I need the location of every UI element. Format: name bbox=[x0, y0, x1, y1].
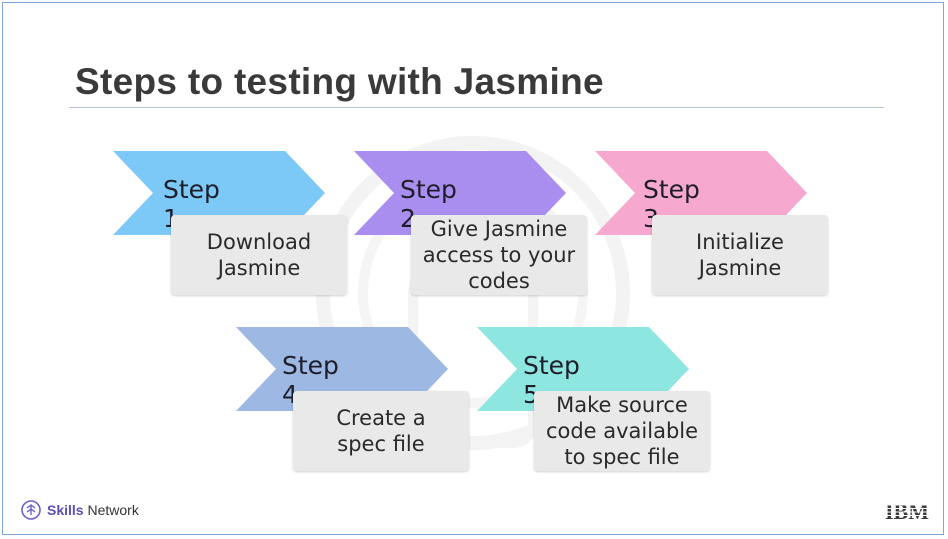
skills-network-brand-rest: Network bbox=[83, 502, 139, 518]
step-2-description: Give Jasmine access to your codes bbox=[422, 217, 576, 293]
skills-network-logo: Skills Network bbox=[21, 500, 139, 520]
ibm-logo-text: IBM bbox=[885, 499, 929, 523]
skills-network-text: Skills Network bbox=[47, 502, 139, 518]
step-4-card: Create a spec file bbox=[293, 391, 469, 471]
step-3-card: Initialize Jasmine bbox=[652, 215, 828, 295]
step-5-description: Make source code available to spec file bbox=[545, 393, 699, 469]
step-4-description: Create a spec file bbox=[336, 406, 426, 456]
skills-network-brand-bold: Skills bbox=[47, 502, 84, 518]
step-2-card: Give Jasmine access to your codes bbox=[411, 215, 587, 295]
slide: Steps to testing with Jasmine Step 1 Dow… bbox=[2, 2, 944, 535]
step-1-card: Download Jasmine bbox=[171, 215, 347, 295]
skills-network-icon bbox=[21, 500, 41, 520]
step-3-description: Initialize Jasmine bbox=[696, 230, 784, 280]
slide-title: Steps to testing with Jasmine bbox=[75, 61, 604, 102]
title-divider bbox=[69, 107, 884, 108]
step-5-card: Make source code available to spec file bbox=[534, 391, 710, 471]
step-1-description: Download Jasmine bbox=[206, 230, 312, 280]
ibm-logo: IBM bbox=[881, 499, 933, 523]
